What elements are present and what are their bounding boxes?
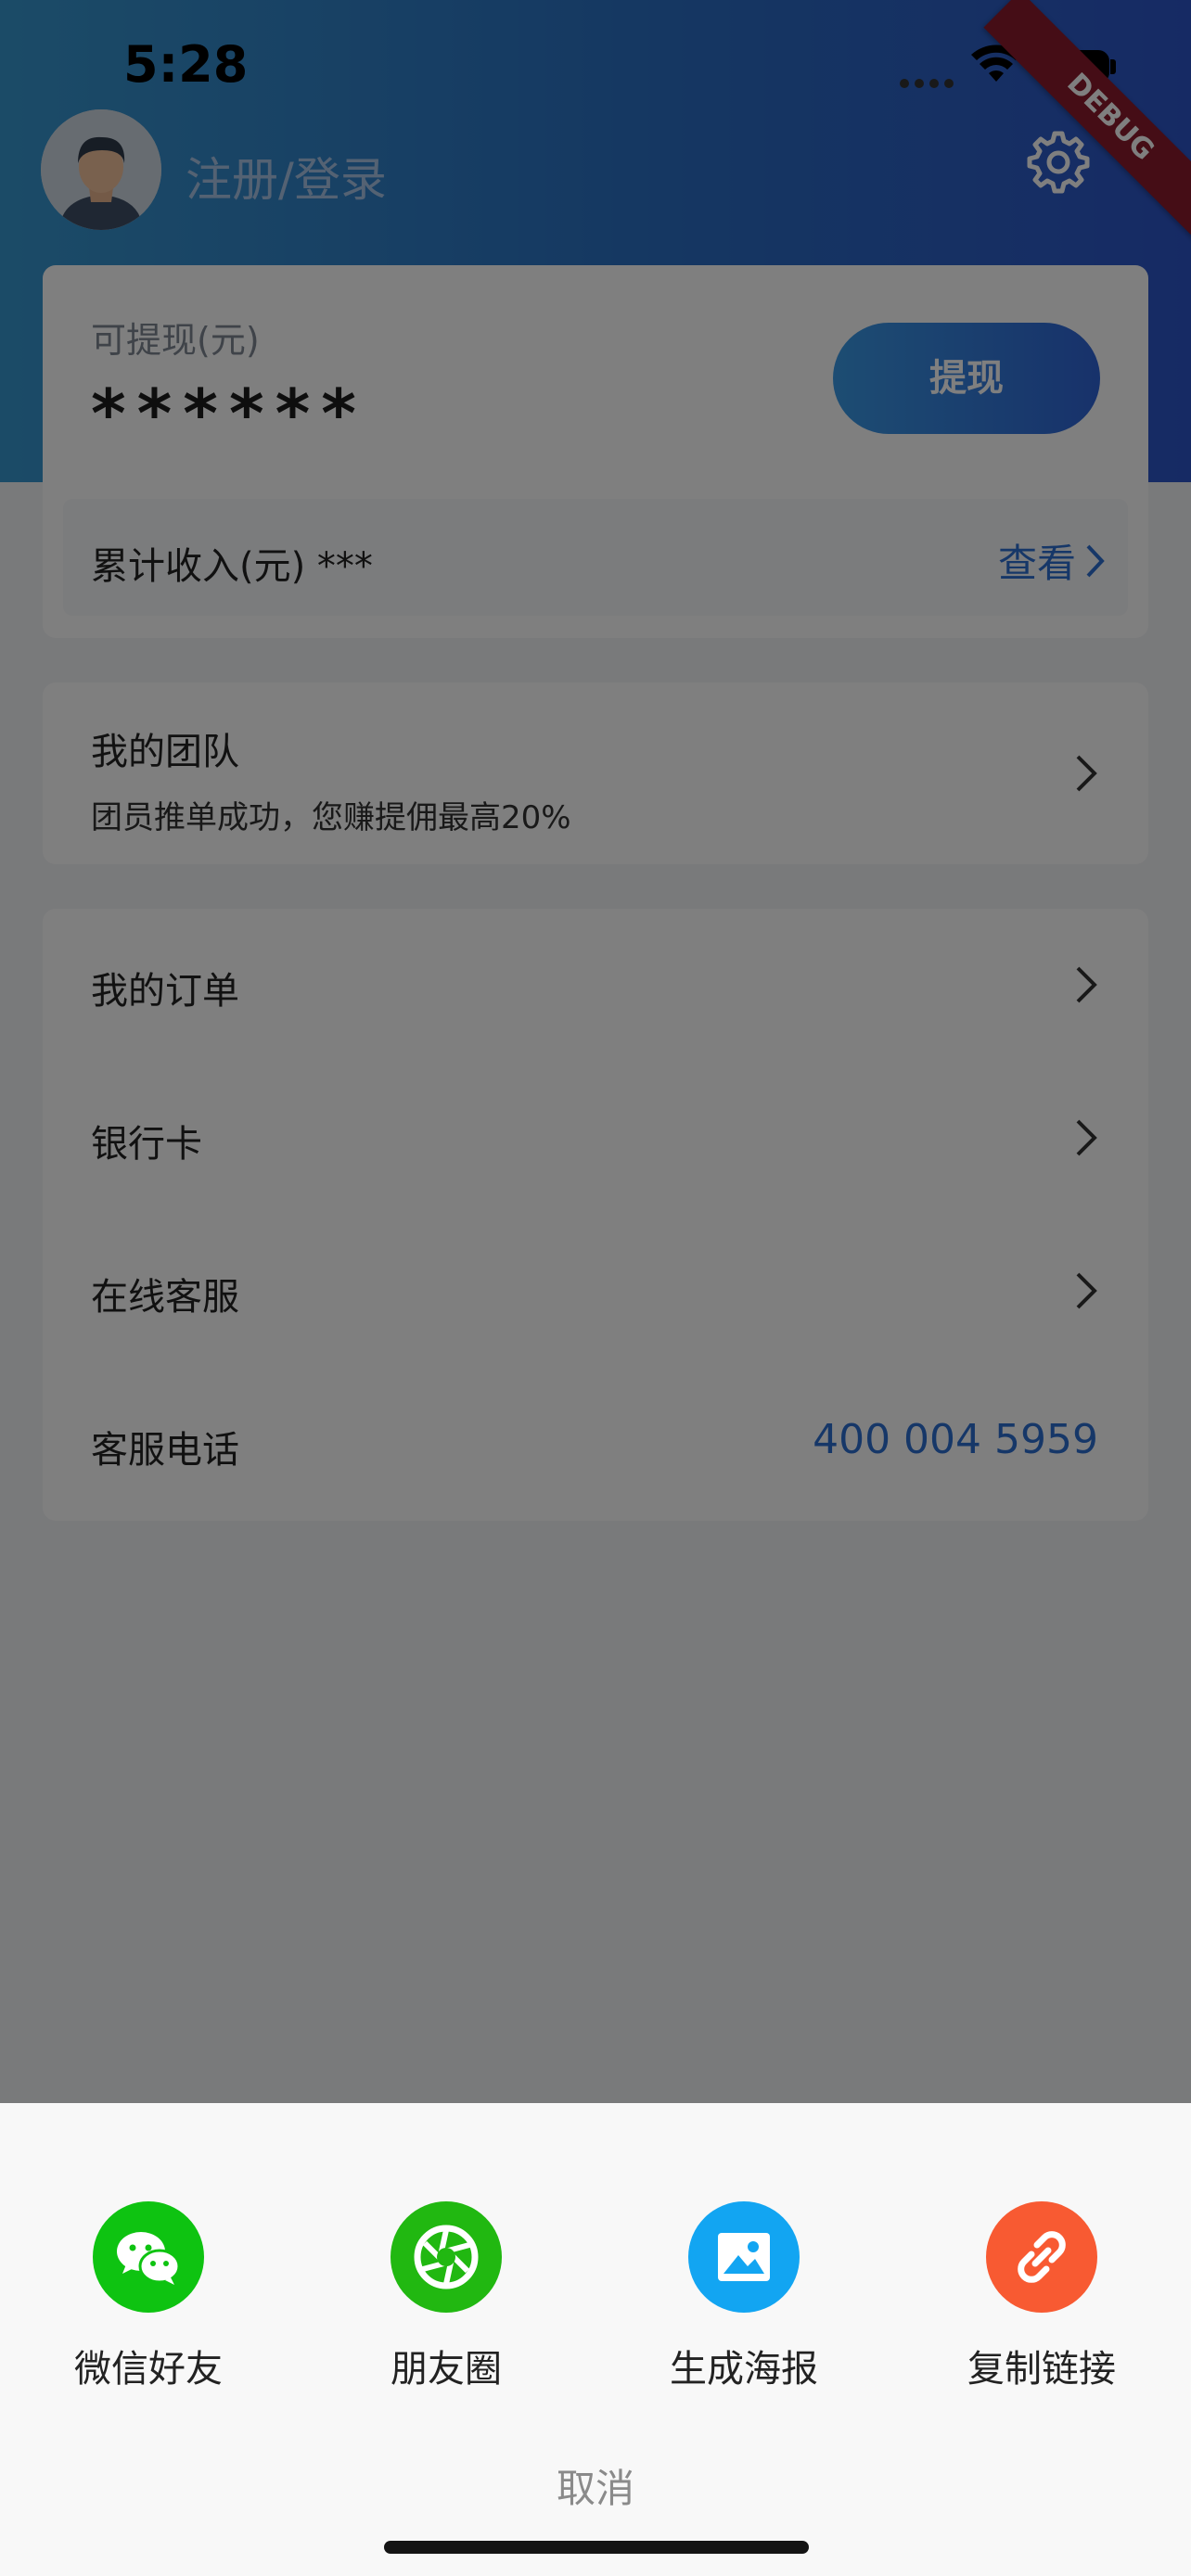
share-generate-poster[interactable]: 生成海报 [642,2201,846,2391]
share-wechat-friend[interactable]: 微信好友 [46,2201,250,2391]
share-sheet: 微信好友 朋友圈 生成海报 复制链接 取消 [0,2103,1191,2576]
share-moments[interactable]: 朋友圈 [344,2201,548,2391]
modal-overlay[interactable] [0,0,1191,2103]
share-copy-link[interactable]: 复制链接 [940,2201,1144,2391]
wechat-icon [93,2201,204,2313]
home-indicator [384,2541,809,2554]
moments-icon [391,2201,502,2313]
image-icon [688,2201,800,2313]
share-label: 朋友圈 [391,2348,502,2391]
share-label: 生成海报 [670,2348,818,2391]
link-icon [986,2201,1097,2313]
cancel-button[interactable]: 取消 [0,2457,1191,2514]
share-label: 微信好友 [74,2348,223,2391]
share-label: 复制链接 [967,2348,1116,2391]
